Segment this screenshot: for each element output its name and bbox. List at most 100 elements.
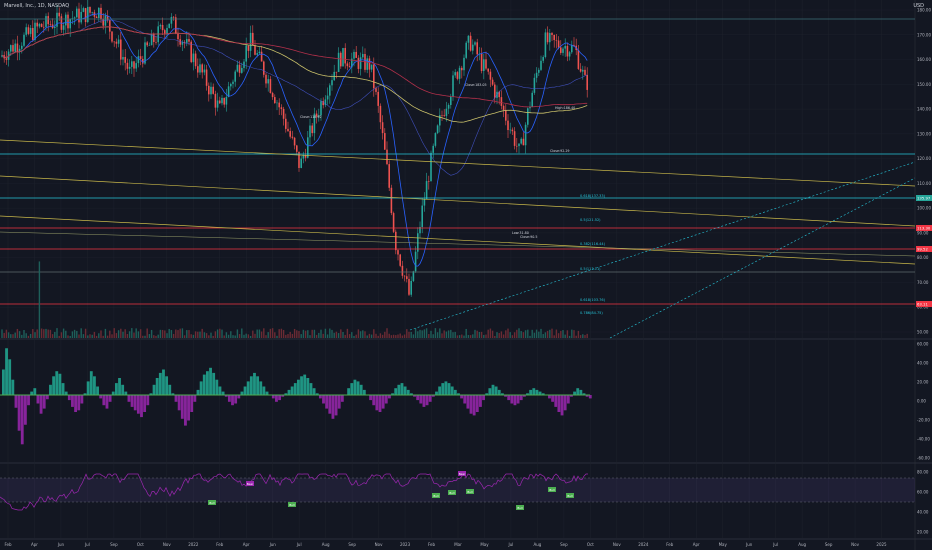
candle-body bbox=[25, 27, 27, 35]
candle-body bbox=[538, 69, 540, 73]
candle-body bbox=[91, 12, 93, 13]
macd-bar bbox=[466, 395, 470, 409]
macd-bar bbox=[193, 395, 197, 402]
candle-body bbox=[551, 33, 553, 35]
candle-body bbox=[131, 61, 133, 67]
x-tick-label: Feb bbox=[666, 542, 674, 547]
volume-bar bbox=[89, 334, 91, 338]
macd-bar bbox=[61, 383, 65, 395]
x-tick-label: Nov bbox=[851, 542, 859, 547]
candle-body bbox=[337, 52, 340, 72]
macd-bar bbox=[27, 395, 30, 406]
fib-label: 0.786(84.75) bbox=[580, 311, 603, 315]
volume-bar bbox=[150, 329, 153, 338]
volume-bar bbox=[392, 334, 395, 338]
macd-bar bbox=[231, 395, 234, 406]
macd-bar bbox=[30, 391, 34, 395]
x-tick-label: Jun bbox=[57, 542, 65, 547]
price-label: 99.52 bbox=[917, 247, 928, 252]
volume-bar bbox=[76, 330, 78, 338]
candle-body bbox=[45, 16, 47, 28]
macd-bar bbox=[89, 371, 93, 395]
annotation-label: High:186.40 bbox=[555, 106, 575, 110]
rsi-signal-label: Bull bbox=[549, 488, 554, 492]
volume-bar bbox=[351, 332, 353, 338]
volume-bar bbox=[542, 334, 544, 338]
volume-bar bbox=[469, 335, 472, 338]
candle-body bbox=[205, 69, 208, 86]
macd-bar bbox=[42, 395, 46, 409]
candle-body bbox=[126, 62, 129, 69]
volume-bar bbox=[329, 328, 331, 338]
macd-bar bbox=[246, 381, 250, 395]
volume-bar bbox=[568, 335, 571, 338]
macd-bar bbox=[566, 395, 570, 404]
volume-bar bbox=[417, 331, 419, 338]
candle-body bbox=[412, 271, 415, 281]
candle-body bbox=[505, 109, 507, 121]
x-tick-label: Sep bbox=[560, 542, 568, 547]
volume-bar bbox=[359, 331, 362, 338]
candle-body bbox=[359, 57, 362, 69]
candle-body bbox=[584, 69, 586, 75]
x-tick-label: Jul bbox=[84, 542, 90, 547]
macd-bar bbox=[23, 395, 27, 425]
candle-body bbox=[153, 34, 155, 42]
volume-bar bbox=[164, 330, 166, 338]
candle-body bbox=[401, 265, 404, 276]
candle-body bbox=[489, 71, 492, 80]
macd-bar bbox=[80, 395, 84, 404]
candle-body bbox=[212, 86, 214, 94]
macd-bar bbox=[218, 386, 222, 395]
candle-body bbox=[509, 129, 511, 131]
volume-bar bbox=[126, 333, 129, 338]
x-tick-label: 2024 bbox=[638, 542, 649, 547]
candle-body bbox=[62, 25, 65, 30]
candle-body bbox=[414, 251, 417, 272]
candle-body bbox=[357, 57, 360, 69]
macd-bar bbox=[369, 395, 373, 401]
macd-bar bbox=[102, 395, 106, 406]
volume-bar bbox=[232, 335, 234, 338]
volume-bar bbox=[302, 329, 305, 338]
macd-bar bbox=[573, 391, 576, 395]
volume-bar bbox=[32, 329, 34, 338]
price-chart[interactable]: Feb Apr Jun Jul Sep Oct Nov 2022 Feb Apr Jun Jul Aug… bbox=[0, 0, 932, 550]
candle-body bbox=[410, 280, 412, 295]
candle-body bbox=[443, 115, 445, 116]
volume-bar bbox=[443, 330, 445, 338]
macd-bar bbox=[162, 369, 165, 395]
macd-bar bbox=[265, 391, 269, 395]
volume-bar bbox=[269, 328, 272, 338]
macd-bar bbox=[563, 395, 567, 411]
candle-body bbox=[476, 42, 478, 55]
volume-bar bbox=[575, 335, 577, 338]
macd-bar bbox=[510, 395, 514, 404]
candle-body bbox=[29, 27, 32, 34]
volume-bar bbox=[518, 328, 520, 338]
volume-bar bbox=[10, 334, 12, 338]
volume-bar bbox=[498, 333, 500, 338]
x-tick-label: Jun bbox=[269, 542, 277, 547]
candle-body bbox=[98, 7, 100, 18]
candle-body bbox=[518, 143, 520, 147]
candle-body bbox=[87, 6, 89, 23]
macd-bar bbox=[140, 395, 143, 418]
candle-body bbox=[465, 42, 467, 58]
volume-bar bbox=[111, 334, 113, 338]
macd-bar bbox=[58, 373, 62, 395]
volume-bar bbox=[34, 332, 36, 338]
macd-bar bbox=[227, 395, 231, 402]
volume-bar bbox=[146, 328, 148, 338]
candle-body bbox=[186, 39, 188, 43]
candle-body bbox=[320, 101, 322, 116]
volume-bar bbox=[78, 334, 80, 338]
volume-bar bbox=[513, 332, 516, 338]
candle-body bbox=[280, 107, 283, 109]
candle-body bbox=[23, 34, 25, 46]
macd-bar bbox=[535, 389, 539, 395]
volume-bar bbox=[463, 335, 465, 338]
volume-bar bbox=[109, 330, 111, 338]
candle-body bbox=[78, 8, 80, 23]
volume-bar bbox=[293, 328, 296, 338]
